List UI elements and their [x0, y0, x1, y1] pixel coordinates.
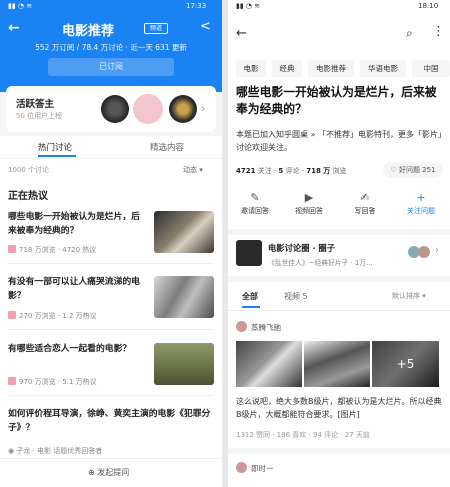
- answer-meta: 1312 赞同 · 186 喜欢 · 94 评论 · 27 天前: [236, 431, 370, 439]
- left-screen: ▮▮ ◔ ≋ 17:33 ← 电影推荐 频道 < 552 万订阅 / 78.4 …: [0, 0, 222, 487]
- topic-chip[interactable]: 中国: [412, 60, 450, 77]
- write-icon: ✍: [360, 191, 370, 204]
- avatar[interactable]: [101, 95, 129, 123]
- channel-badge: 频道: [144, 23, 168, 34]
- tab-all[interactable]: 全部: [242, 291, 258, 302]
- follow-question-button[interactable]: + 关注问题: [398, 191, 444, 216]
- sort-dropdown[interactable]: 动态 ▾: [183, 165, 203, 175]
- question-description: 本题已加入知乎圆桌 » 「不推荐」电影特刊，更多「影片」讨论欢迎关注。: [236, 130, 442, 152]
- sort-dropdown[interactable]: 默认排序 ▾: [392, 291, 426, 301]
- status-bar-left: ▮▮ ◔ ≋: [236, 2, 261, 10]
- tab-featured[interactable]: 精选内容: [150, 141, 184, 153]
- status-bar-left: ▮▮ ◔ ≋: [8, 2, 33, 10]
- answer-author[interactable]: 即时一: [251, 463, 274, 474]
- chevron-right-icon[interactable]: ›: [435, 245, 439, 256]
- question-title[interactable]: 有没有一部可以让人痛哭流涕的电影？: [8, 275, 148, 303]
- share-icon[interactable]: <: [200, 19, 211, 34]
- avatar: [418, 246, 430, 258]
- tab-video[interactable]: 视频 5: [284, 291, 308, 302]
- status-time: 18:10: [418, 2, 439, 10]
- subscribed-button[interactable]: 已订阅: [48, 58, 174, 76]
- action-label: 视频回答: [295, 207, 323, 215]
- section-gap: [228, 229, 450, 235]
- question-thumbnail[interactable]: [154, 343, 214, 385]
- right-screen: ▮▮ ◔ ≋ 18:10 ← ⌕ ⋮ 电影 经典 电影推荐 华语电影 中国 哪些…: [228, 0, 450, 487]
- chevron-right-icon[interactable]: ›: [201, 102, 205, 115]
- tab-hot[interactable]: 热门讨论: [38, 141, 72, 153]
- question-thumbnail[interactable]: [154, 276, 214, 318]
- answer-text[interactable]: 这么说吧，绝大多数B级片，都被认为是大烂片。所以经典B级片，大概都能符合要求。[…: [236, 395, 444, 421]
- avatar[interactable]: [133, 94, 163, 124]
- video-answer-button[interactable]: ▶ 视频回答: [286, 191, 332, 216]
- avatar[interactable]: [236, 321, 247, 332]
- channel-title: 电影推荐: [62, 24, 115, 39]
- action-label: 邀请回答: [241, 207, 269, 215]
- more-icon[interactable]: ⋮: [432, 24, 445, 39]
- circle-avatar[interactable]: [236, 240, 262, 266]
- circle-name[interactable]: 电影讨论圈 · 圈子: [268, 242, 335, 254]
- topic-chip[interactable]: 电影: [236, 60, 266, 77]
- section-gap: [228, 448, 450, 454]
- tab-underline: [38, 155, 76, 157]
- question-title[interactable]: 有哪些适合恋人一起看的电影？: [8, 342, 148, 356]
- discussion-tabs: 热门讨论 精选内容: [0, 136, 222, 158]
- topic-chip[interactable]: 经典: [272, 60, 302, 77]
- invite-answer-button[interactable]: ✎ 邀请回答: [232, 191, 278, 216]
- question-meta: 970 万浏览 · 5.1 万热议: [8, 377, 97, 387]
- topic-chip[interactable]: 电影推荐: [308, 60, 354, 77]
- question-thumbnail[interactable]: [154, 211, 214, 253]
- answer-image[interactable]: [236, 341, 302, 387]
- section-gap: [228, 276, 450, 282]
- question-author: ◉ 子龙 · 电影 话题优秀回答者: [8, 447, 103, 455]
- discussion-list: 1000 个讨论 动态 ▾ 正在热议 哪些电影一开始被认为是烂片，后来被奉为经典…: [0, 159, 222, 487]
- answer-author[interactable]: 蒸腾飞驰: [251, 322, 281, 333]
- question-meta: 718 万浏览 · 4720 热议: [8, 245, 96, 255]
- question-stats: 4721 关注 · 5 评论 · 718 万 浏览: [236, 167, 347, 175]
- plus-icon: +: [416, 191, 426, 204]
- active-answerers-card[interactable]: 活跃答主 50 位用户上榜 ›: [6, 86, 216, 132]
- back-icon[interactable]: ←: [8, 20, 20, 36]
- tab-underline: [242, 306, 260, 308]
- action-label: 写回答: [354, 207, 376, 215]
- divider: [8, 329, 214, 330]
- question-title: 哪些电影一开始被认为是烂片，后来被奉为经典的？: [236, 85, 437, 116]
- section-title: 正在热议: [8, 191, 48, 202]
- more-images-overlay[interactable]: +5: [372, 341, 439, 387]
- divider: [8, 263, 214, 264]
- ask-label: ⊕ 发起提问: [88, 468, 130, 477]
- status-time: 17:33: [186, 2, 207, 10]
- good-question-button[interactable]: ♡ 好问题 251: [383, 162, 443, 178]
- question-title[interactable]: 哪些电影一开始被认为是烂片，后来被奉为经典的？: [8, 210, 148, 238]
- channel-stats: 552 万订阅 / 78.4 万讨论 · 近一天 631 更新: [35, 43, 187, 52]
- avatar[interactable]: [169, 95, 197, 123]
- topic-chip[interactable]: 华语电影: [360, 60, 406, 77]
- ask-question-button[interactable]: ⊕ 发起提问: [0, 458, 222, 487]
- discussion-count: 1000 个讨论: [8, 166, 50, 174]
- question-meta: 270 万浏览 · 1.2 万热议: [8, 311, 97, 321]
- search-icon[interactable]: ⌕: [406, 26, 413, 41]
- channel-header: ▮▮ ◔ ≋ 17:33 ← 电影推荐 频道 < 552 万订阅 / 78.4 …: [0, 0, 222, 92]
- invite-icon: ✎: [250, 191, 260, 204]
- avatar[interactable]: [236, 462, 247, 473]
- back-icon[interactable]: ←: [236, 26, 247, 41]
- active-subtitle: 50 位用户上榜: [16, 112, 63, 120]
- answer-image[interactable]: [304, 341, 370, 387]
- question-title[interactable]: 如何评价程耳导演，徐峥、黄奕主演的电影《犯罪分子》？: [8, 407, 214, 435]
- active-title: 活跃答主: [16, 99, 55, 110]
- divider: [8, 395, 214, 396]
- divider: [228, 310, 450, 311]
- write-answer-button[interactable]: ✍ 写回答: [342, 191, 388, 216]
- video-icon: ▶: [304, 191, 314, 204]
- circle-subtitle: 《乱世佳人》~经典好片子 · 1万...: [268, 259, 373, 267]
- action-label: 关注问题: [407, 207, 435, 215]
